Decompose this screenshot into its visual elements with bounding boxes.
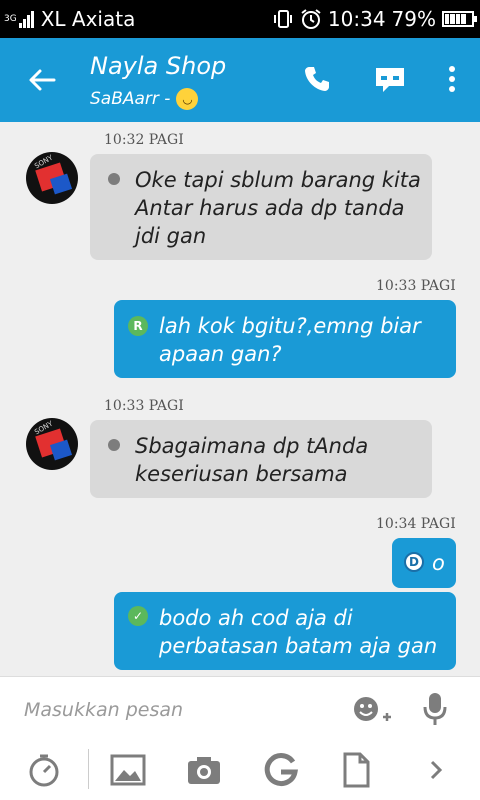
- chevron-right-icon[interactable]: [418, 752, 454, 788]
- message-timestamp: 10:32 PAGI: [104, 132, 184, 148]
- message-line: bodo ah cod aja di: [159, 606, 353, 630]
- message-timestamp: 10:34 PAGI: [376, 516, 456, 532]
- microphone-icon[interactable]: [422, 691, 448, 727]
- message-input[interactable]: [24, 695, 334, 725]
- message-timestamp: 10:33 PAGI: [104, 398, 184, 414]
- add-emoji-icon[interactable]: [352, 695, 392, 727]
- status-bar: 3G XL Axiata 10:34 79%: [0, 0, 480, 38]
- message-bubble-incoming[interactable]: Oke tapi sblum barang kita Antar harus a…: [90, 154, 432, 260]
- message-list[interactable]: 10:32 PAGI SONY Oke tapi sblum barang ki…: [0, 122, 480, 676]
- contact-status: SaBAarr - ◡: [90, 88, 199, 110]
- image-icon[interactable]: [110, 752, 146, 788]
- google-icon[interactable]: [263, 752, 299, 788]
- alarm-icon: [301, 9, 321, 29]
- message-line: o: [432, 551, 445, 575]
- message-bubble-outgoing[interactable]: ✓ bodo ah cod aja di perbatasan batam aj…: [114, 592, 456, 670]
- message-line: Oke tapi sblum barang kita: [135, 168, 421, 192]
- message-timestamp: 10:33 PAGI: [376, 278, 456, 294]
- clock: 10:34: [327, 7, 386, 31]
- yawn-emoji-icon: ◡: [176, 88, 199, 110]
- message-line: Sbagaimana dp tAnda: [135, 434, 369, 458]
- message-bubble-outgoing[interactable]: D o: [392, 538, 456, 588]
- chat-header: Nayla Shop SaBAarr - ◡: [0, 38, 480, 122]
- battery-percent: 79%: [391, 7, 436, 31]
- message-line: lah kok bgitu?,emng biar: [159, 314, 421, 338]
- battery-icon: [442, 11, 477, 27]
- mask-icon[interactable]: [373, 64, 407, 94]
- unread-dot-icon: [108, 173, 120, 185]
- toolbar-divider: [88, 749, 89, 789]
- delivered-status-icon: D: [404, 552, 424, 572]
- arrow-left-icon[interactable]: [26, 64, 58, 96]
- camera-icon[interactable]: [186, 752, 222, 788]
- message-line: Antar harus ada dp tanda: [135, 196, 405, 220]
- check-icon: ✓: [128, 606, 148, 626]
- composer: [0, 676, 480, 800]
- message-line: keseriusan bersama: [135, 462, 348, 486]
- network-type: 3G: [4, 13, 17, 24]
- message-bubble-outgoing[interactable]: R lah kok bgitu?,emng biar apaan gan?: [114, 300, 456, 378]
- message-line: perbatasan batam aja gan: [159, 634, 438, 658]
- phone-icon[interactable]: [302, 64, 332, 94]
- message-line: jdi gan: [135, 224, 207, 248]
- document-icon[interactable]: [338, 752, 374, 788]
- timer-icon[interactable]: [26, 752, 62, 788]
- carrier-name: XL Axiata: [40, 7, 136, 31]
- status-text: SaBAarr -: [90, 89, 171, 109]
- more-vertical-icon[interactable]: [444, 64, 460, 94]
- avatar[interactable]: SONY: [26, 418, 78, 470]
- read-status-icon: R: [128, 316, 148, 336]
- avatar[interactable]: SONY: [26, 152, 78, 204]
- contact-name[interactable]: Nayla Shop: [90, 52, 226, 80]
- unread-dot-icon: [108, 439, 120, 451]
- signal-icon: [18, 10, 35, 28]
- vibrate-icon: [273, 10, 292, 28]
- message-bubble-incoming[interactable]: Sbagaimana dp tAnda keseriusan bersama: [90, 420, 432, 498]
- message-line: apaan gan?: [159, 342, 282, 366]
